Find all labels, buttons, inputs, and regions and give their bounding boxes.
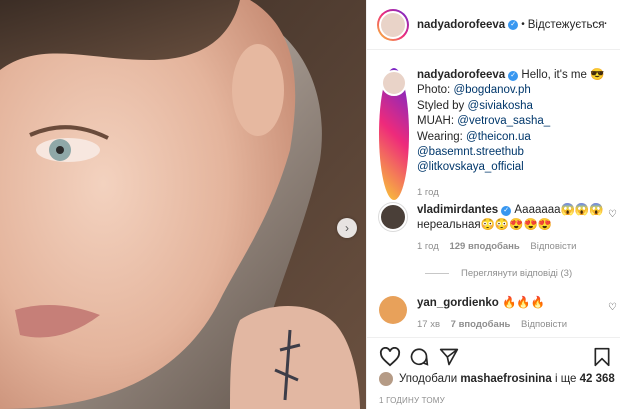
author-avatar[interactable] [377,8,409,41]
liker-avatar[interactable] [379,372,393,386]
comment-time: 1 год [417,241,439,252]
portrait-image [0,0,366,409]
more-options-icon[interactable]: ··· [591,14,609,31]
muah-link[interactable]: @vetrova_sasha_ [457,115,550,127]
like-comment-icon[interactable]: ♡ [608,209,617,220]
comment-time: 17 хв [417,319,441,330]
post-header: nadyadorofeeva ✓ • Відстежується ··· [367,0,620,50]
likes-prefix: Уподобали [399,373,458,385]
comment-icon[interactable] [409,347,429,367]
verified-icon: ✓ [501,206,512,216]
likes-suffix: і ще [554,373,577,385]
post-actions-bar [367,337,620,375]
like-comment-icon[interactable]: ♡ [608,302,617,313]
brand-link[interactable]: @basemnt.streethub [417,146,524,158]
comment-text: 🔥🔥🔥 [502,297,545,309]
view-replies-button[interactable]: Переглянути відповіді (3) [425,268,572,279]
reply-button[interactable]: Відповісти [521,319,567,330]
post-photo[interactable]: › [0,0,366,409]
comment-item: yan_gordienko 🔥🔥🔥 17 хв 7 вподобань Відп… [379,296,617,332]
author-username[interactable]: nadyadorofeeva [417,19,505,31]
verified-icon: ✓ [508,19,519,30]
photo-label: Photo: [417,84,451,97]
view-replies-label: Переглянути відповіді (3) [461,268,573,279]
post-caption: nadyadorofeeva ✓ Hello, it's me 😎 Photo: … [379,68,615,201]
stylist-link[interactable]: @siviakosha [468,100,533,112]
wearing-label: Wearing: [417,130,463,143]
photo-credit-link[interactable]: @bogdanov.ph [453,84,530,96]
commenter-avatar[interactable] [379,296,407,324]
share-icon[interactable] [439,347,459,367]
caption-text: Hello, it's me 😎 [521,69,605,81]
likes-summary: Уподобали mashaefrosinina і ще 42 368 [379,372,615,386]
next-photo-button[interactable]: › [337,218,357,238]
commenter-avatar[interactable] [379,203,407,231]
liker-username[interactable]: mashaefrosinina [460,373,551,385]
post-details-panel: nadyadorofeeva ✓ • Відстежується ··· nad… [366,0,620,409]
replies-divider [425,273,449,274]
comment-likes[interactable]: 129 вподобань [449,241,519,252]
bookmark-icon[interactable] [593,347,611,367]
caption-time: 1 год [417,186,439,198]
post-timestamp[interactable]: 1 ГОДИНУ ТОМУ [379,396,445,405]
chevron-right-icon: › [345,221,349,235]
likes-count[interactable]: 42 368 [580,373,615,385]
reply-button[interactable]: Відповісти [530,241,576,252]
comment-item: vladimirdantes ✓ Ааааааа😱😱😱 нереальная😳😳😍… [379,203,617,254]
commenter-username[interactable]: yan_gordienko [417,297,499,309]
separator-dot: • [521,19,525,30]
muah-label: MUAH: [417,115,455,128]
heart-icon[interactable] [379,347,401,367]
verified-icon: ✓ [508,71,519,81]
commenter-username[interactable]: vladimirdantes [417,204,498,216]
caption-username[interactable]: nadyadorofeeva [417,69,505,81]
brand-link[interactable]: @theicon.ua [466,131,531,143]
styled-label: Styled by [417,99,465,112]
brand-link[interactable]: @litkovskaya_official [417,161,524,173]
comment-likes[interactable]: 7 вподобань [451,319,511,330]
caption-avatar[interactable] [379,68,409,201]
